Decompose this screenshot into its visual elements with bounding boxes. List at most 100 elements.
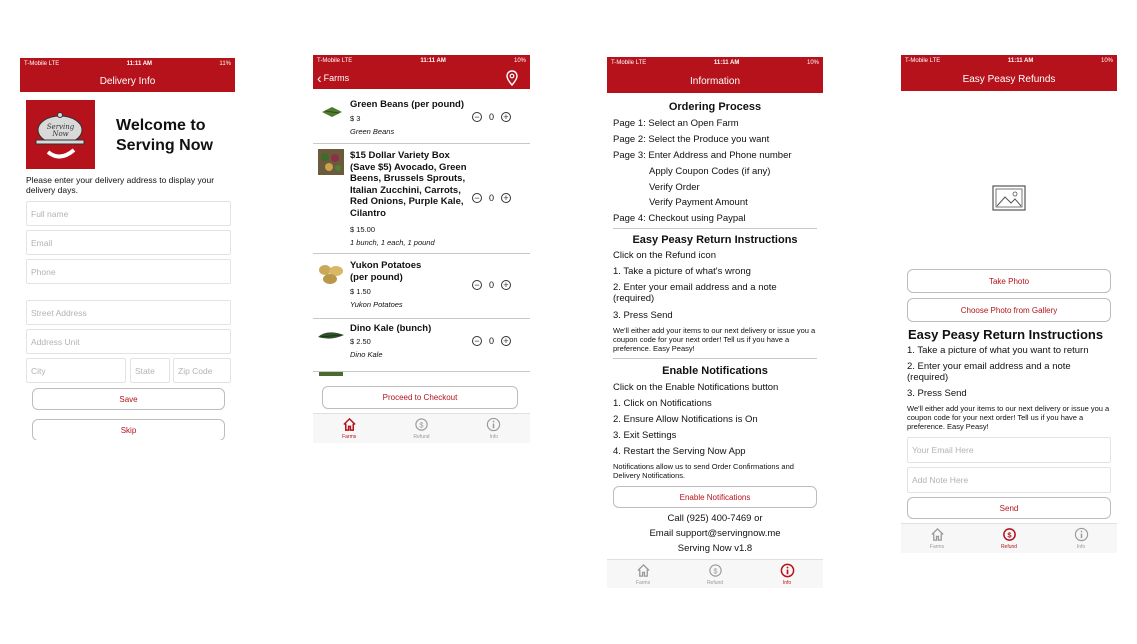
carrier-label: T-Mobile LTE: [611, 60, 647, 66]
back-button[interactable]: Farms: [324, 73, 350, 83]
minus-button[interactable]: −: [472, 112, 482, 122]
home-icon: [343, 417, 356, 431]
tab-label: Info: [782, 579, 792, 586]
logo-text: Serving Now: [46, 123, 75, 138]
tab-label: Refund: [706, 579, 724, 586]
return-line: 2. Enter your email address and a note (…: [613, 282, 777, 304]
status-bar: T-Mobile LTE 11:11 AM 10%: [901, 55, 1117, 67]
tab-refund[interactable]: $ Refund: [385, 414, 457, 443]
time-label: 11:11 AM: [1007, 58, 1034, 64]
partial-product-image: [319, 372, 343, 376]
product-price: $ 1.50: [350, 287, 371, 296]
zip-code-field[interactable]: Zip Code: [173, 358, 231, 383]
notif-line: 2. Ensure Allow Notifications is On: [613, 414, 758, 425]
image-placeholder-icon: [992, 185, 1026, 211]
plus-button[interactable]: +: [501, 280, 512, 290]
minus-button[interactable]: −: [472, 280, 482, 290]
enable-notifications-button[interactable]: Enable Notifications: [613, 486, 817, 508]
quantity-stepper: − 0 +: [472, 280, 512, 290]
ordering-line: Verify Order: [649, 182, 700, 193]
logo: Serving Now: [26, 100, 95, 169]
street-address-field[interactable]: Street Address: [26, 300, 231, 325]
save-button[interactable]: Save: [32, 388, 225, 410]
tab-refund[interactable]: $ Refund: [679, 560, 751, 588]
nav-title: Delivery Info: [20, 70, 235, 92]
tab-info[interactable]: Info: [458, 414, 530, 443]
return-instructions-heading: Easy Peasy Return Instructions: [908, 327, 1104, 342]
time-label: 11:11 AM: [713, 60, 740, 66]
info-icon: [487, 417, 501, 432]
back-chevron-icon[interactable]: ‹: [317, 70, 322, 86]
city-field[interactable]: City: [26, 358, 126, 383]
tab-info[interactable]: Info: [1045, 524, 1117, 553]
ordering-line: Apply Coupon Codes (if any): [649, 166, 771, 177]
time-label: 11:11 AM: [126, 61, 153, 67]
return-line: 3. Press Send: [907, 388, 967, 399]
info-icon: [1074, 527, 1088, 542]
take-photo-button[interactable]: Take Photo: [907, 269, 1111, 293]
product-desc: Dino Kale: [350, 350, 383, 359]
quantity-stepper: − 0 +: [472, 193, 512, 203]
screen-farm-products: T-Mobile LTE 11:11 AM 10% ‹ Farms Green …: [313, 55, 530, 444]
tab-farms[interactable]: Farms: [313, 414, 385, 443]
tab-refund[interactable]: $ Refund: [973, 524, 1045, 553]
nav-title: Easy Peasy Refunds: [901, 67, 1117, 91]
product-row: Green Beans (per pound) $ 3 Green Beans …: [313, 91, 530, 143]
svg-text:$: $: [1007, 530, 1012, 539]
tab-farms[interactable]: Farms: [901, 524, 973, 553]
tab-label: Farms: [635, 579, 651, 586]
ordering-process-heading: Ordering Process: [668, 101, 762, 113]
return-line: 1. Take a picture of what you want to re…: [907, 345, 1089, 356]
full-name-field[interactable]: Full name: [26, 201, 231, 226]
svg-text:$: $: [713, 566, 718, 575]
ordering-line: Page 1: Select an Open Farm: [613, 118, 739, 129]
product-row: Dino Kale (bunch) $ 2.50 Dino Kale − 0 +: [313, 319, 530, 367]
status-bar: T-Mobile LTE 11:11 AM 10%: [607, 57, 823, 69]
note-input[interactable]: Add Note Here: [907, 467, 1111, 493]
svg-text:$: $: [419, 420, 424, 429]
phone-field[interactable]: Phone: [26, 259, 231, 284]
location-pin-icon[interactable]: [506, 70, 518, 86]
tab-label: Farms: [929, 544, 945, 550]
plus-button[interactable]: +: [501, 336, 512, 346]
minus-button[interactable]: −: [472, 193, 482, 203]
notif-line: 3. Exit Settings: [613, 430, 677, 441]
tab-farms[interactable]: Farms: [607, 560, 679, 588]
battery-label: 10%: [1100, 58, 1113, 64]
ordering-line: Verify Payment Amount: [649, 197, 748, 208]
email-input[interactable]: Your Email Here: [907, 437, 1111, 463]
skip-button[interactable]: Skip: [32, 419, 225, 440]
status-bar: T-Mobile LTE 11:11 AM 10%: [313, 55, 530, 67]
product-price: $ 3: [350, 114, 361, 123]
send-button[interactable]: Send: [907, 497, 1111, 519]
product-name: Dino Kale (bunch): [350, 323, 432, 334]
notif-note: Notifications allow us to send Order Con…: [613, 462, 794, 480]
potatoes-image: [319, 265, 343, 284]
status-bar: T-Mobile LTE 11:11 AM 11%: [20, 58, 235, 70]
divider: [313, 371, 530, 372]
ordering-line: Page 3: Enter Address and Phone number: [613, 150, 792, 161]
notif-line: 4. Restart the Serving Now App: [613, 446, 746, 457]
instructions-text: Please enter your delivery address to di…: [26, 175, 215, 195]
address-unit-field[interactable]: Address Unit: [26, 329, 231, 354]
info-icon: [780, 563, 794, 577]
choose-photo-button[interactable]: Choose Photo from Gallery: [907, 298, 1111, 322]
email-field[interactable]: Email: [26, 230, 231, 255]
refund-icon: $: [1002, 528, 1016, 541]
time-label: 11:11 AM: [420, 58, 446, 64]
screen-delivery-info: T-Mobile LTE 11:11 AM 11% Delivery Info …: [20, 58, 235, 440]
battery-label: 10%: [513, 58, 526, 64]
proceed-to-checkout-button[interactable]: Proceed to Checkout: [322, 386, 518, 409]
plus-button[interactable]: +: [501, 112, 512, 122]
notif-line: Click on the Enable Notifications button: [613, 382, 779, 393]
minus-button[interactable]: −: [472, 336, 482, 346]
state-field[interactable]: State: [130, 358, 170, 383]
battery-label: 10%: [806, 60, 819, 66]
tab-label: Refund: [413, 434, 430, 440]
product-name: Yukon Potatoes (per pound): [350, 260, 422, 283]
carrier-label: T-Mobile LTE: [317, 58, 353, 64]
tab-info[interactable]: Info: [751, 560, 823, 588]
plus-button[interactable]: +: [501, 193, 512, 203]
product-row: Yukon Potatoes (per pound) $ 1.50 Yukon …: [313, 254, 530, 318]
tab-label: Info: [489, 434, 498, 440]
